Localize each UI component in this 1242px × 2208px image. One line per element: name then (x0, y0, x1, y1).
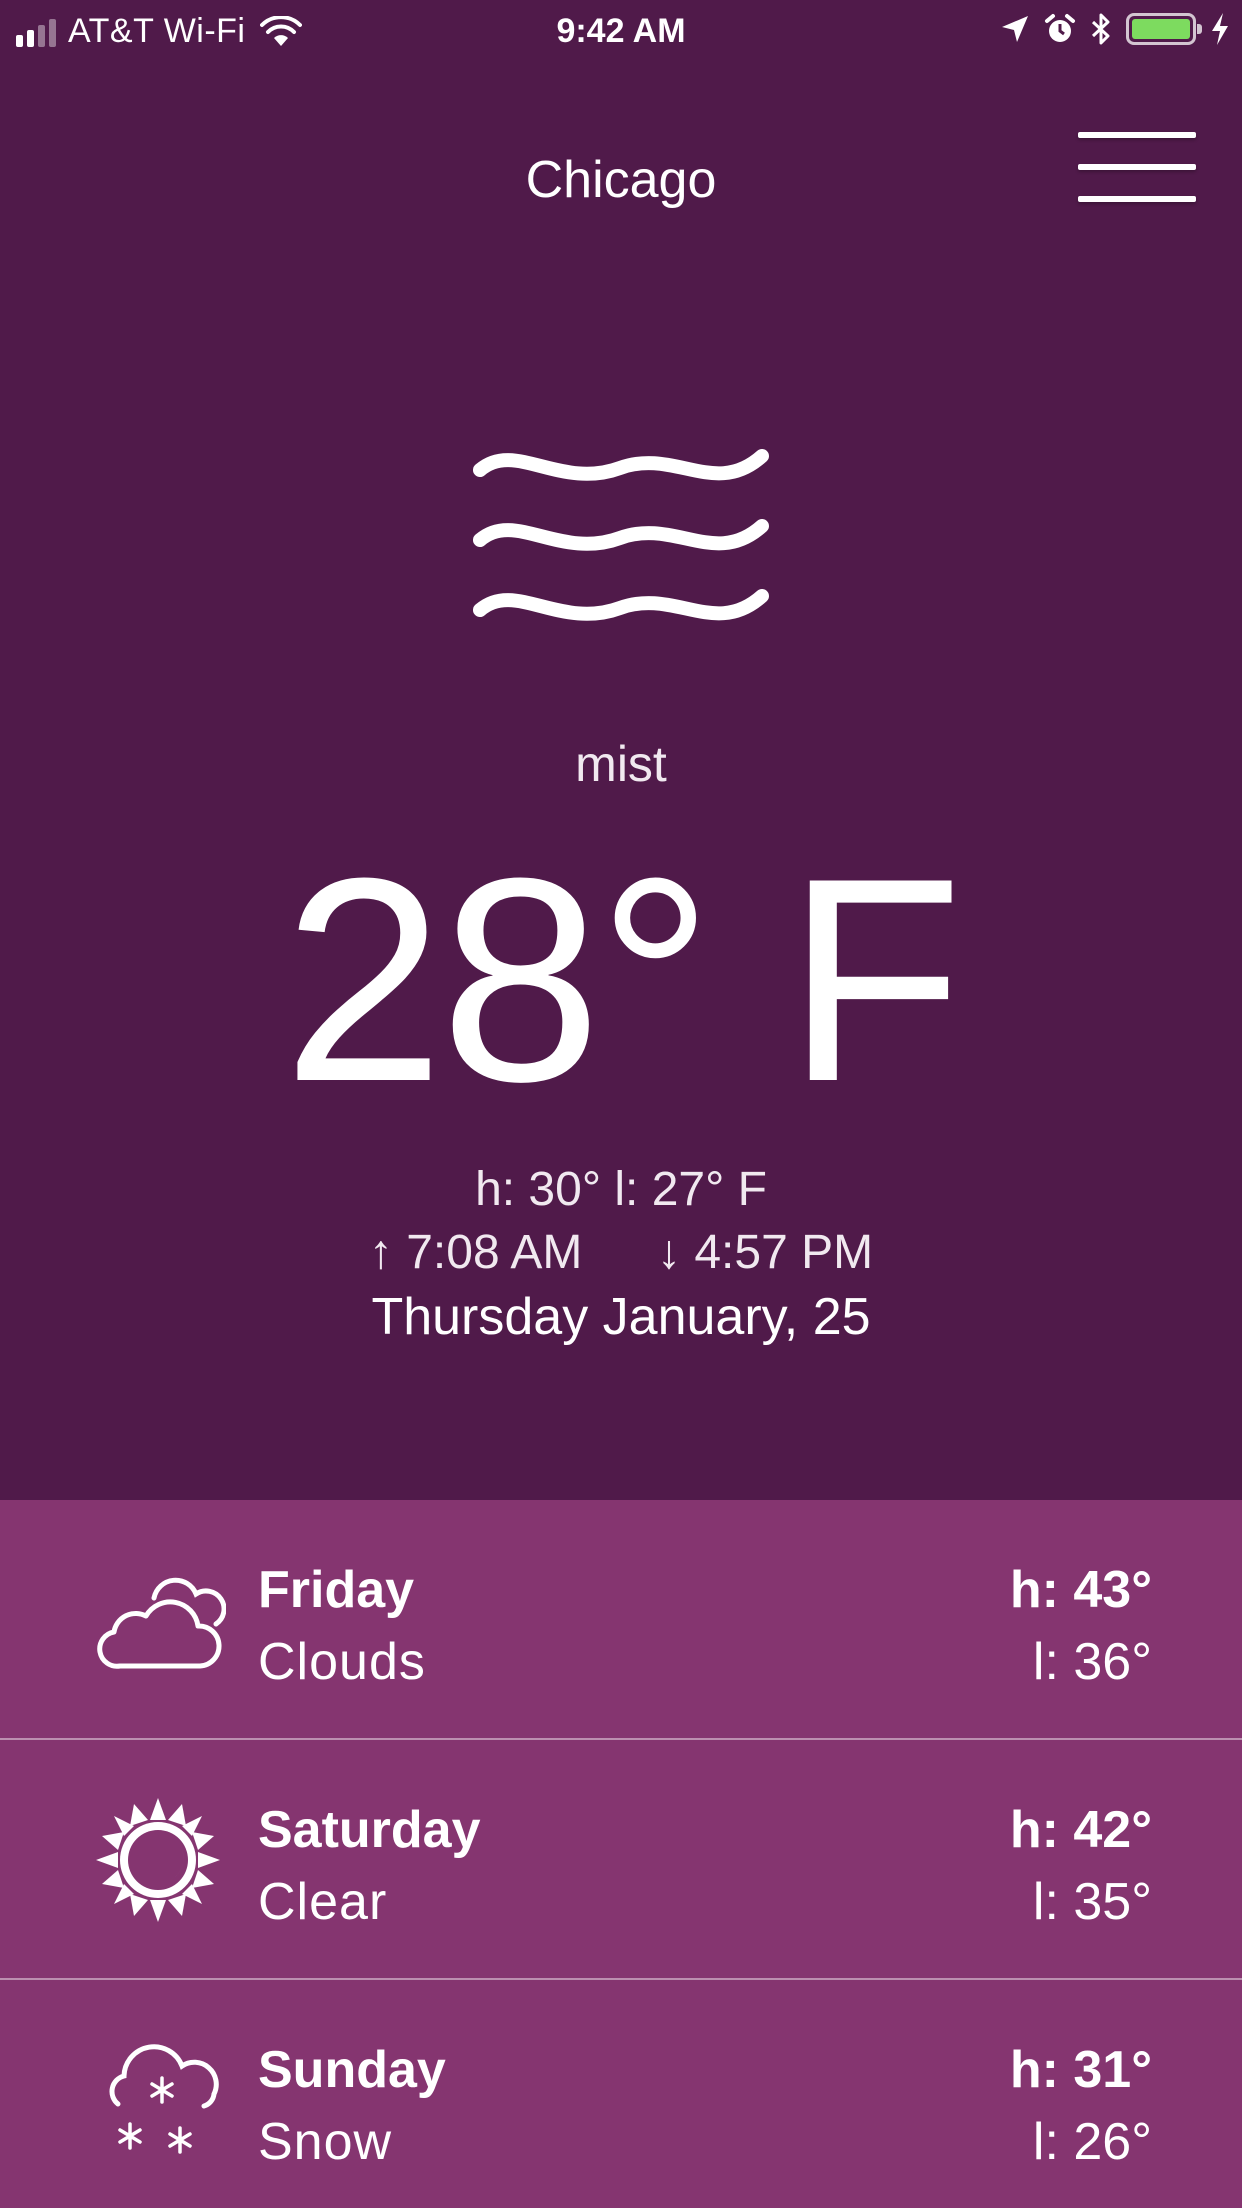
current-date: Thursday January, 25 (371, 1288, 871, 1346)
sunrise-arrow-icon: ↑ (368, 1226, 393, 1279)
clouds-icon (97, 1577, 226, 1669)
forecast-low: l: 36° (1032, 1633, 1152, 1691)
forecast-low: l: 35° (1032, 1873, 1152, 1931)
current-temperature: 28° F (282, 818, 963, 1142)
forecast-row[interactable]: Sunday Snow h: 31° l: 26° (0, 1980, 1242, 2208)
charging-bolt-icon (1212, 13, 1228, 45)
forecast-high: h: 31° (1009, 2041, 1152, 2099)
forecast-day: Sunday (258, 2041, 446, 2099)
forecast-day: Saturday (258, 1801, 481, 1859)
sunset-arrow-icon: ↓ (657, 1226, 682, 1279)
forecast-low: l: 26° (1032, 2113, 1152, 2171)
city-title: Chicago (525, 151, 717, 209)
forecast-list: Friday Clouds h: 43° l: 36° Saturday Cle… (0, 1500, 1242, 2208)
status-right (1000, 12, 1230, 46)
forecast-condition: Clear (258, 1873, 388, 1931)
sunrise-time: 7:08 AM (406, 1226, 583, 1279)
forecast-row[interactable]: Saturday Clear h: 42° l: 35° (0, 1740, 1242, 1980)
sunset-time: 4:57 PM (694, 1226, 874, 1279)
forecast-high: h: 42° (1009, 1801, 1152, 1859)
clear-sun-icon (96, 1798, 220, 1922)
alarm-icon (1045, 14, 1075, 42)
sunrise-sunset: ↑ 7:08 AM ↓ 4:57 PM (0, 1225, 1242, 1280)
location-arrow-icon (1002, 16, 1028, 42)
condition-label: mist (575, 736, 667, 792)
forecast-condition: Snow (258, 2113, 393, 2171)
battery-icon (1126, 13, 1202, 45)
snow-icon (109, 2044, 219, 2154)
bluetooth-icon (1091, 13, 1110, 45)
high-low-temperature: h: 30° l: 27° F (475, 1163, 767, 1216)
status-bar: AT&T Wi-Fi 9:42 AM (0, 0, 1242, 62)
weather-app: AT&T Wi-Fi 9:42 AM Chicago mist 28° F h:… (0, 0, 1242, 2208)
hamburger-menu-icon[interactable] (1076, 132, 1200, 212)
forecast-row[interactable]: Friday Clouds h: 43° l: 36° (0, 1500, 1242, 1740)
forecast-high: h: 43° (1009, 1561, 1152, 1619)
mist-icon (473, 449, 769, 621)
forecast-condition: Clouds (258, 1633, 426, 1691)
forecast-day: Friday (258, 1561, 415, 1619)
